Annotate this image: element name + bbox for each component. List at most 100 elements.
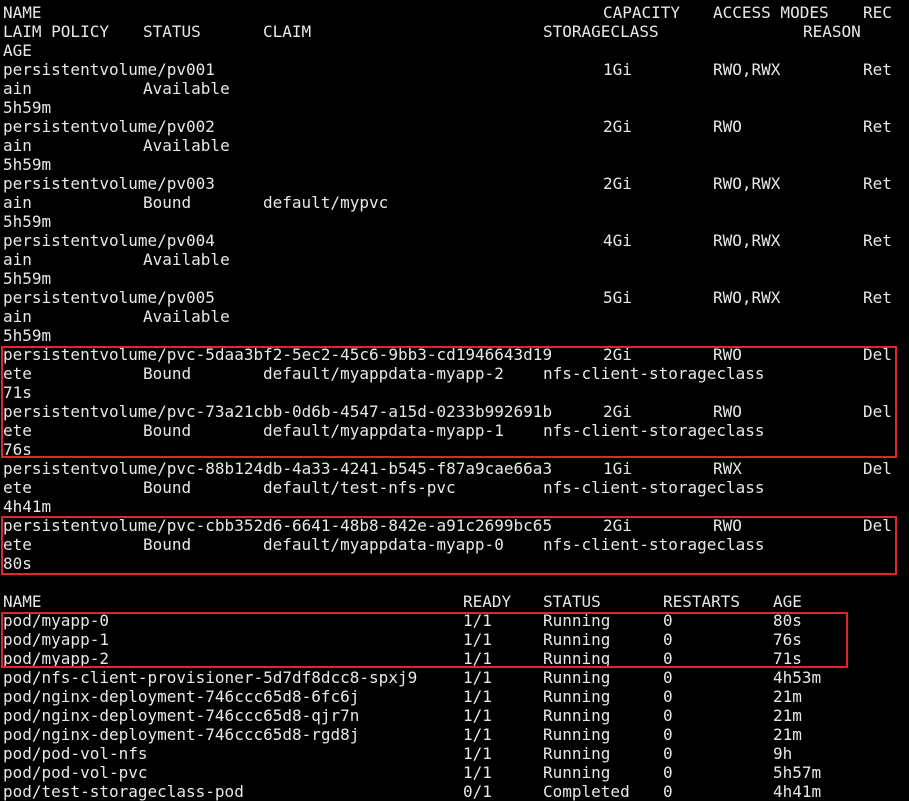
- pod-row: pod/myapp-2 1/1 Running 0 71s: [3, 649, 909, 668]
- pod-ready: 1/1: [463, 668, 492, 687]
- pod-status: Running: [543, 706, 611, 725]
- pod-age: 9h: [773, 744, 793, 763]
- pod-name: pod/pod-vol-pvc: [3, 763, 148, 782]
- pv-capacity: 1Gi: [603, 60, 632, 79]
- pod-row: pod/nginx-deployment-746ccc65d8-qjr7n 1/1…: [3, 706, 909, 725]
- pv-access-modes: RWO: [713, 117, 742, 136]
- pv-reclaim-policy-end: ete: [3, 421, 32, 440]
- pv-reclaim-policy-end: ete: [3, 535, 32, 554]
- pv-reclaim-policy-end: ain: [3, 79, 32, 98]
- pv-row: persistentvolume/pv004 4Gi RWO,RWX Ret ain A…: [3, 231, 909, 288]
- pv-access-modes: RWO,RWX: [713, 60, 781, 79]
- pv-reclaim-policy-start: Ret: [863, 288, 892, 307]
- pod-restarts: 0: [663, 630, 673, 649]
- pv-header-age: AGE: [3, 41, 32, 60]
- pv-reclaim-policy-start: Ret: [863, 231, 892, 250]
- pod-ready: 1/1: [463, 630, 492, 649]
- pod-name: pod/nfs-client-provisioner-5d7df8dcc8-sp…: [3, 668, 418, 687]
- pv-access-modes: RWO,RWX: [713, 288, 781, 307]
- pv-name: persistentvolume/pv005: [3, 288, 215, 307]
- pv-access-modes: RWO,RWX: [713, 231, 781, 250]
- pv-status: Available: [143, 136, 230, 155]
- pv-age: 5h59m: [3, 155, 52, 174]
- pv-row: persistentvolume/pvc-73a21cbb-0d6b-4547-…: [3, 402, 909, 459]
- pod-row: pod/pod-vol-nfs 1/1 Running 0 9h: [3, 744, 909, 763]
- pv-status: Bound: [143, 193, 192, 212]
- pv-status: Bound: [143, 364, 192, 383]
- pv-capacity: 2Gi: [603, 117, 632, 136]
- pv-reclaim-policy-end: ete: [3, 364, 32, 383]
- pv-reclaim-policy-start: Ret: [863, 174, 892, 193]
- pv-capacity: 4Gi: [603, 231, 632, 250]
- pv-reclaim-policy-end: ain: [3, 136, 32, 155]
- pv-reclaim-policy-end: ete: [3, 478, 32, 497]
- pod-ready: 1/1: [463, 611, 492, 630]
- pod-header-ready: READY: [463, 592, 512, 611]
- pod-restarts: 0: [663, 744, 673, 763]
- pv-age: 5h59m: [3, 326, 52, 345]
- pv-access-modes: RWX: [713, 459, 742, 478]
- pod-restarts: 0: [663, 649, 673, 668]
- pv-header-line-1: NAME CAPACITY ACCESS MODES REC: [3, 3, 909, 22]
- pv-header-name: NAME: [3, 3, 42, 22]
- pv-access-modes: RWO,RWX: [713, 174, 781, 193]
- pv-status: Bound: [143, 535, 192, 554]
- pv-claim: default/mypvc: [263, 193, 389, 212]
- pv-name: persistentvolume/pvc-88b124db-4a33-4241-…: [3, 459, 553, 478]
- terminal-output[interactable]: NAME CAPACITY ACCESS MODES REC LAIM POLI…: [3, 3, 909, 801]
- pv-claim: default/myappdata-myapp-0: [263, 535, 504, 554]
- pv-storageclass: nfs-client-storageclass: [543, 421, 765, 440]
- pod-age: 80s: [773, 611, 802, 630]
- pod-age: 4h41m: [773, 782, 822, 801]
- pv-reclaim-policy-start: Ret: [863, 117, 892, 136]
- pod-name: pod/nginx-deployment-746ccc65d8-qjr7n: [3, 706, 360, 725]
- pv-capacity: 1Gi: [603, 459, 632, 478]
- pv-row: persistentvolume/pv002 2Gi RWO Ret ain Avail…: [3, 117, 909, 174]
- pod-row: pod/myapp-1 1/1 Running 0 76s: [3, 630, 909, 649]
- pv-age: 71s: [3, 383, 32, 402]
- pv-status: Bound: [143, 421, 192, 440]
- pv-status: Available: [143, 307, 230, 326]
- pv-name: persistentvolume/pv001: [3, 60, 215, 79]
- pv-row: persistentvolume/pvc-5daa3bf2-5ec2-45c6-…: [3, 345, 909, 402]
- pod-row: pod/pod-vol-pvc 1/1 Running 0 5h57m: [3, 763, 909, 782]
- pv-reclaim-policy-start: Ret: [863, 60, 892, 79]
- pod-status: Running: [543, 611, 611, 630]
- pod-row: pod/myapp-0 1/1 Running 0 80s: [3, 611, 909, 630]
- pv-header-reclaim-end: LAIM POLICY: [3, 22, 109, 41]
- pv-storageclass: nfs-client-storageclass: [543, 478, 765, 497]
- pod-row: pod/nginx-deployment-746ccc65d8-6fc6j 1/1…: [3, 687, 909, 706]
- pv-storageclass: nfs-client-storageclass: [543, 364, 765, 383]
- pod-age: 21m: [773, 725, 802, 744]
- pod-status: Completed: [543, 782, 630, 801]
- pod-restarts: 0: [663, 668, 673, 687]
- pv-row: persistentvolume/pv003 2Gi RWO,RWX Ret ain B…: [3, 174, 909, 231]
- pv-row: persistentvolume/pvc-88b124db-4a33-4241-…: [3, 459, 909, 516]
- pv-age: 5h59m: [3, 98, 52, 117]
- pod-ready: 0/1: [463, 782, 492, 801]
- pv-access-modes: RWO: [713, 516, 742, 535]
- pod-status: Running: [543, 668, 611, 687]
- pod-restarts: 0: [663, 706, 673, 725]
- pv-row: persistentvolume/pvc-cbb352d6-6641-48b8-…: [3, 516, 909, 573]
- pv-status: Bound: [143, 478, 192, 497]
- pod-name: pod/myapp-0: [3, 611, 109, 630]
- pv-reclaim-policy-start: Del: [863, 345, 892, 364]
- pod-ready: 1/1: [463, 763, 492, 782]
- pv-capacity: 2Gi: [603, 174, 632, 193]
- pv-name: persistentvolume/pv003: [3, 174, 215, 193]
- pod-age: 21m: [773, 687, 802, 706]
- pod-status: Running: [543, 725, 611, 744]
- pod-row: pod/nfs-client-provisioner-5d7df8dcc8-sp…: [3, 668, 909, 687]
- pv-claim: default/myappdata-myapp-2: [263, 364, 504, 383]
- pv-capacity: 2Gi: [603, 516, 632, 535]
- pv-header-line-2: LAIM POLICY STATUS CLAIM STORAGECLASS RE…: [3, 22, 909, 41]
- pv-header-status: STATUS: [143, 22, 201, 41]
- pod-header-restarts: RESTARTS: [663, 592, 741, 611]
- pod-row: pod/nginx-deployment-746ccc65d8-rgd8j 1/1…: [3, 725, 909, 744]
- pv-header-line-3: AGE: [3, 41, 909, 60]
- pv-header-reclaim-start: REC: [863, 3, 892, 22]
- pv-header-access-modes: ACCESS MODES: [713, 3, 829, 22]
- pv-header-storageclass: STORAGECLASS: [543, 22, 659, 41]
